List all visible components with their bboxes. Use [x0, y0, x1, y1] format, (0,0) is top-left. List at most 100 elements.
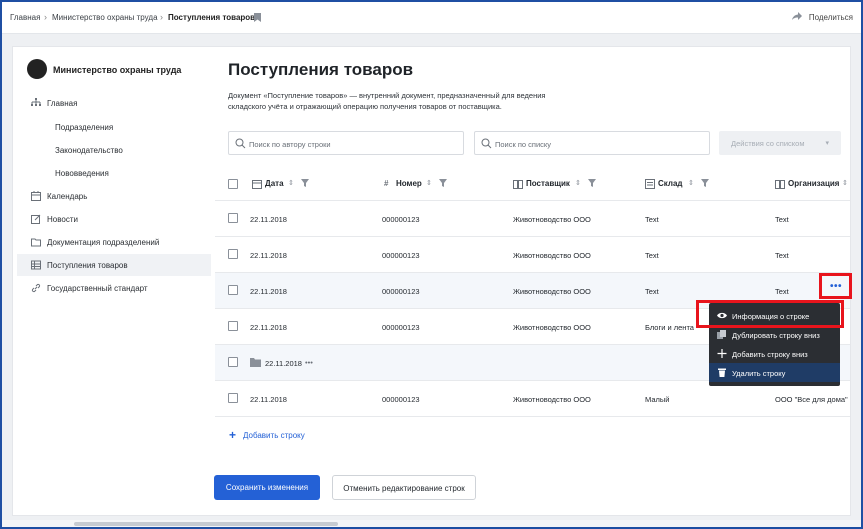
sort-icon[interactable]: ⇕: [426, 179, 432, 187]
cell-date: 22.11.2018: [250, 287, 287, 296]
column-header-number[interactable]: Номер: [396, 179, 422, 188]
search-author-input[interactable]: Поиск по автору строки: [228, 131, 464, 155]
cell-number: 000000123: [382, 215, 420, 224]
share-button[interactable]: Поделиться: [809, 13, 853, 22]
cell-warehouse: Малый: [645, 395, 670, 404]
chevron-down-icon: ▾: [825, 140, 829, 147]
bookmark-icon[interactable]: [253, 12, 262, 23]
trash-icon: [718, 368, 726, 377]
menu-item-add-row-down[interactable]: Добавить строку вниз: [709, 344, 840, 363]
highlight-more-button: [819, 273, 852, 299]
cell-organization: ООО "Все для дома": [775, 395, 848, 404]
org-name: Министерство охраны труда: [53, 65, 182, 75]
sidebar-item-label: Государственный стандарт: [47, 284, 148, 293]
book-icon: [513, 180, 523, 189]
cell-date: 22.11.2018: [250, 251, 287, 260]
cell-warehouse: Text: [645, 287, 659, 296]
cell-organization: Text: [775, 287, 789, 296]
column-header-date[interactable]: Дата: [265, 179, 284, 188]
list-icon: [645, 179, 655, 189]
sidebar-item-label: Нововведения: [55, 169, 109, 178]
row-checkbox[interactable]: [228, 213, 238, 223]
sidebar-item-innovations[interactable]: Нововведения: [17, 162, 211, 184]
sidebar-item-label: Законодательство: [55, 146, 123, 155]
search-list-input[interactable]: Поиск по списку: [474, 131, 710, 155]
table-row[interactable]: 22.11.2018 000000123 Животноводство ООО …: [215, 381, 850, 417]
calendar-icon: [31, 191, 41, 201]
sort-icon[interactable]: ⇕: [575, 179, 581, 187]
cell-organization: Text: [775, 215, 789, 224]
cell-supplier: Животноводство ООО: [513, 251, 591, 260]
sidebar-item-news[interactable]: Новости: [17, 208, 211, 230]
cell-date: 22.11.2018: [250, 323, 287, 332]
row-checkbox[interactable]: [228, 249, 238, 259]
column-header-supplier[interactable]: Поставщик: [526, 179, 570, 188]
list-actions-dropdown[interactable]: Действия со списком ▾: [719, 131, 841, 155]
cell-number: 000000123: [382, 395, 420, 404]
cell-date: 22.11.2018: [250, 215, 287, 224]
filter-icon[interactable]: [701, 179, 709, 187]
hash-icon: #: [384, 179, 389, 188]
sidebar-item-departments[interactable]: Подразделения: [17, 116, 211, 138]
sort-icon[interactable]: ⇕: [688, 179, 694, 187]
scrollbar-thumb[interactable]: [74, 522, 338, 526]
folder-icon: [31, 238, 41, 247]
cancel-label: Отменить редактирование строк: [343, 484, 465, 493]
column-header-warehouse[interactable]: Склад: [658, 179, 683, 188]
select-all-checkbox[interactable]: [228, 179, 238, 189]
filter-icon[interactable]: [588, 179, 596, 187]
page-title: Поступления товаров: [228, 60, 414, 79]
menu-item-label: Удалить строку: [732, 369, 786, 378]
sidebar-item-calendar[interactable]: Календарь: [17, 185, 211, 207]
sidebar-item-label: Документация подразделений: [47, 238, 160, 247]
cancel-edit-button[interactable]: Отменить редактирование строк: [332, 475, 476, 500]
book-icon: [775, 180, 785, 189]
content-panel: Министерство охраны труда Главная Подраз…: [12, 46, 851, 516]
sidebar-item-label: Новости: [47, 215, 78, 224]
sidebar-item-label: Подразделения: [55, 123, 114, 132]
sidebar-item-department-docs[interactable]: Документация подразделений: [17, 231, 211, 253]
breadcrumb-current: Поступления товаров: [168, 13, 256, 22]
table-row[interactable]: 22.11.2018 000000123 Животноводство ООО …: [215, 237, 850, 273]
sidebar-item-home[interactable]: Главная: [17, 92, 211, 114]
row-checkbox[interactable]: [228, 285, 238, 295]
sidebar-item-state-standard[interactable]: Государственный стандарт: [17, 277, 211, 299]
row-checkbox[interactable]: [228, 357, 238, 367]
group-more-button[interactable]: •••: [305, 358, 313, 367]
top-bar: Главная › Министерство охраны труда › По…: [2, 2, 861, 34]
search-list-placeholder: Поиск по списку: [495, 140, 552, 149]
sidebar-item-label: Главная: [47, 99, 78, 108]
menu-item-delete-row[interactable]: Удалить строку: [709, 363, 840, 382]
plus-icon: [717, 349, 727, 358]
filter-icon[interactable]: [301, 179, 309, 187]
org-logo: [27, 59, 47, 79]
search-icon: [235, 138, 246, 149]
row-checkbox[interactable]: [228, 393, 238, 403]
cell-number: 000000123: [382, 251, 420, 260]
breadcrumb-ministry[interactable]: Министерство охраны труда: [52, 13, 158, 22]
table-row[interactable]: 22.11.2018 000000123 Животноводство ООО …: [215, 201, 850, 237]
filter-icon[interactable]: [439, 179, 447, 187]
copy-icon: [717, 330, 726, 339]
breadcrumb-home[interactable]: Главная: [10, 13, 40, 22]
sidebar-item-goods-receipts[interactable]: Поступления товаров: [17, 254, 211, 276]
cell-supplier: Животноводство ООО: [513, 395, 591, 404]
page-description: Документ «Поступление товаров» — внутрен…: [228, 91, 546, 111]
sort-icon[interactable]: ⇕: [288, 179, 294, 187]
edit-icon: [31, 214, 41, 224]
search-icon: [481, 138, 492, 149]
menu-item-label: Добавить строку вниз: [732, 350, 808, 359]
share-icon[interactable]: [791, 11, 803, 21]
row-checkbox[interactable]: [228, 321, 238, 331]
column-header-organization[interactable]: Организация: [788, 179, 839, 188]
sidebar-item-label: Поступления товаров: [47, 261, 128, 270]
horizontal-scrollbar[interactable]: [2, 520, 861, 527]
list-actions-label: Действия со списком: [731, 139, 805, 148]
table-icon: [31, 260, 41, 270]
menu-item-label: Дублировать строку вниз: [732, 331, 820, 340]
cell-organization: Text: [775, 251, 789, 260]
save-button[interactable]: Сохранить изменения: [214, 475, 320, 500]
sidebar-item-legislation[interactable]: Законодательство: [17, 139, 211, 161]
sort-icon[interactable]: ⇕: [842, 179, 848, 187]
cell-supplier: Животноводство ООО: [513, 287, 591, 296]
